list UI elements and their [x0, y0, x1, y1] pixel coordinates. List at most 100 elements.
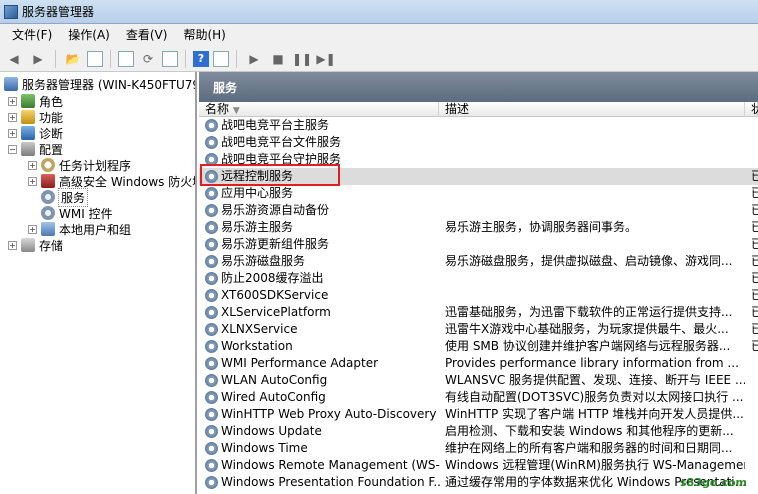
service-gear-icon: [205, 187, 218, 200]
table-row[interactable]: 应用中心服务 已: [199, 185, 758, 202]
table-row[interactable]: Windows Presentation Foundation F... 通过缓存…: [199, 474, 758, 491]
users-icon: [41, 222, 55, 236]
tree-item-firewall[interactable]: + 高级安全 Windows 防火墙: [28, 173, 197, 189]
service-gear-icon: [205, 153, 218, 166]
toolbar-separator: [185, 49, 186, 68]
collapse-icon[interactable]: −: [8, 144, 17, 154]
table-row[interactable]: 易乐游主服务 易乐游主服务，协调服务器间事务。 已: [199, 219, 758, 236]
table-row[interactable]: XLServicePlatform 迅雷基础服务，为迅雷下载软件的正常运行提供支持…: [199, 304, 758, 321]
service-gear-icon: [205, 408, 218, 421]
service-status: 已: [751, 169, 758, 183]
service-description: 使用 SMB 协议创建并维护客户端网络与远程服务器...: [445, 339, 731, 353]
show-hide-tree-icon[interactable]: [87, 50, 103, 67]
expand-icon[interactable]: +: [8, 128, 17, 138]
expand-icon[interactable]: +: [8, 112, 17, 122]
table-row[interactable]: Workstation 使用 SMB 协议创建并维护客户端网络与远程服务器... 已: [199, 338, 758, 355]
window-title: 服务器管理器: [22, 5, 95, 19]
table-row[interactable]: 易乐游磁盘服务 易乐游磁盘服务，提供虚拟磁盘、启动镜像、游戏同... 已: [199, 253, 758, 270]
expand-icon[interactable]: +: [28, 224, 37, 234]
service-name-text: WinHTTP Web Proxy Auto-Discovery ...: [221, 407, 441, 421]
menu-view[interactable]: 查看(V): [118, 24, 176, 46]
tree-item-local-users[interactable]: + 本地用户和组: [28, 221, 131, 237]
column-name[interactable]: 名称 ▼: [199, 102, 439, 117]
table-row[interactable]: 防止2008缓存溢出 已: [199, 270, 758, 287]
menu-help[interactable]: 帮助(H): [175, 24, 233, 46]
table-row[interactable]: XLNXService 迅雷牛X游戏中心基础服务，为玩家提供最牛、最火... 已: [199, 321, 758, 338]
forward-arrow-icon[interactable]: ▶: [28, 49, 48, 69]
expand-icon[interactable]: +: [28, 160, 37, 170]
tree-item-label: 功能: [39, 110, 64, 125]
tree-item-services[interactable]: 服务: [41, 187, 89, 207]
firewall-icon: [41, 174, 55, 188]
tree-item-features[interactable]: + 功能: [8, 109, 63, 125]
export-list-icon[interactable]: [162, 50, 178, 67]
restart-service-icon[interactable]: ▶❚: [316, 49, 336, 69]
table-row[interactable]: Windows Update 启用检测、下载和安装 Windows 和其他程序的更…: [199, 423, 758, 440]
tree-root[interactable]: 服务器管理器 (WIN-K450FTU79F: [4, 76, 195, 92]
service-description: Windows 远程管理(WinRM)服务执行 WS-Management ..…: [445, 458, 745, 472]
refresh-icon[interactable]: ⟳: [138, 49, 158, 69]
table-row[interactable]: WinHTTP Web Proxy Auto-Discovery ... WinH…: [199, 406, 758, 423]
tree-item-configuration[interactable]: − 配置: [8, 141, 63, 157]
table-row[interactable]: 战吧电竞平台主服务: [199, 117, 758, 134]
help-icon[interactable]: ?: [193, 50, 209, 67]
tree-item-label: 诊断: [39, 126, 64, 141]
expand-icon[interactable]: +: [8, 96, 17, 106]
service-name-text: 易乐游更新组件服务: [221, 237, 330, 251]
table-row[interactable]: WLAN AutoConfig WLANSVC 服务提供配置、发现、连接、断开与 …: [199, 372, 758, 389]
tree-item-task-scheduler[interactable]: + 任务计划程序: [28, 157, 131, 173]
service-name-text: Wired AutoConfig: [221, 390, 326, 404]
title-bar: 服务器管理器: [0, 0, 758, 24]
tree-item-storage[interactable]: + 存储: [8, 237, 63, 253]
service-gear-icon: [205, 306, 218, 319]
table-row[interactable]: 远程控制服务 已: [199, 168, 758, 185]
table-row[interactable]: Windows Time 维护在网络上的所有客户端和服务器的时间和日期同...: [199, 440, 758, 457]
table-row[interactable]: 战吧电竞平台守护服务: [199, 151, 758, 168]
service-name-text: XLServicePlatform: [221, 305, 331, 319]
expand-icon[interactable]: +: [8, 240, 17, 250]
service-name-text: 战吧电竞平台文件服务: [221, 135, 342, 149]
table-row[interactable]: 易乐游更新组件服务 已: [199, 236, 758, 253]
service-description: Provides performance library information…: [445, 356, 739, 370]
service-status: 已: [751, 254, 758, 268]
service-name-text: 易乐游资源自动备份: [221, 203, 330, 217]
service-gear-icon: [205, 221, 218, 234]
table-row[interactable]: 易乐游资源自动备份 已: [199, 202, 758, 219]
service-status: 已: [751, 288, 758, 302]
tree-item-diagnostics[interactable]: + 诊断: [8, 125, 63, 141]
up-folder-icon[interactable]: 📂: [63, 49, 83, 69]
table-row[interactable]: WMI Performance Adapter Provides performa…: [199, 355, 758, 372]
tree-item-label: 任务计划程序: [59, 158, 132, 173]
tree-item-roles[interactable]: + 角色: [8, 93, 63, 109]
features-icon: [21, 110, 35, 124]
table-row[interactable]: Windows Remote Management (WS-Man... Wind…: [199, 457, 758, 474]
menu-file[interactable]: 文件(F): [4, 24, 60, 46]
back-arrow-icon[interactable]: ◀: [4, 49, 24, 69]
wmi-icon: [41, 206, 55, 220]
column-description[interactable]: 描述: [439, 102, 745, 117]
stop-service-icon[interactable]: ■: [268, 49, 288, 69]
tree-item-label: 本地用户和组: [59, 222, 132, 237]
tree-item-wmi-control[interactable]: WMI 控件: [41, 205, 113, 221]
tree-item-label: 角色: [39, 94, 64, 109]
view-icon[interactable]: [213, 50, 229, 67]
server-manager-icon: [4, 4, 18, 19]
service-gear-icon: [205, 255, 218, 268]
service-description: 迅雷牛X游戏中心基础服务，为玩家提供最牛、最火...: [445, 322, 729, 336]
service-name: Wired AutoConfig: [205, 389, 441, 406]
expand-icon[interactable]: +: [28, 176, 37, 186]
table-row[interactable]: 战吧电竞平台文件服务: [199, 134, 758, 151]
pause-service-icon[interactable]: ❚❚: [292, 49, 312, 69]
table-row[interactable]: Wired AutoConfig 有线自动配置(DOT3SVC)服务负责对以太网接…: [199, 389, 758, 406]
table-row[interactable]: XT600SDKService 已: [199, 287, 758, 304]
service-description: 易乐游磁盘服务，提供虚拟磁盘、启动镜像、游戏同...: [445, 254, 733, 268]
tree-item-label: 存储: [39, 238, 64, 253]
service-gear-icon: [205, 136, 218, 149]
service-name-text: Workstation: [221, 339, 293, 353]
tree-item-label: 高级安全 Windows 防火墙: [59, 174, 197, 189]
menu-action[interactable]: 操作(A): [60, 24, 118, 46]
column-status[interactable]: 状: [745, 102, 758, 117]
service-name: 应用中心服务: [205, 185, 441, 202]
start-service-icon[interactable]: ▶: [244, 49, 264, 69]
properties-icon[interactable]: [118, 50, 134, 67]
